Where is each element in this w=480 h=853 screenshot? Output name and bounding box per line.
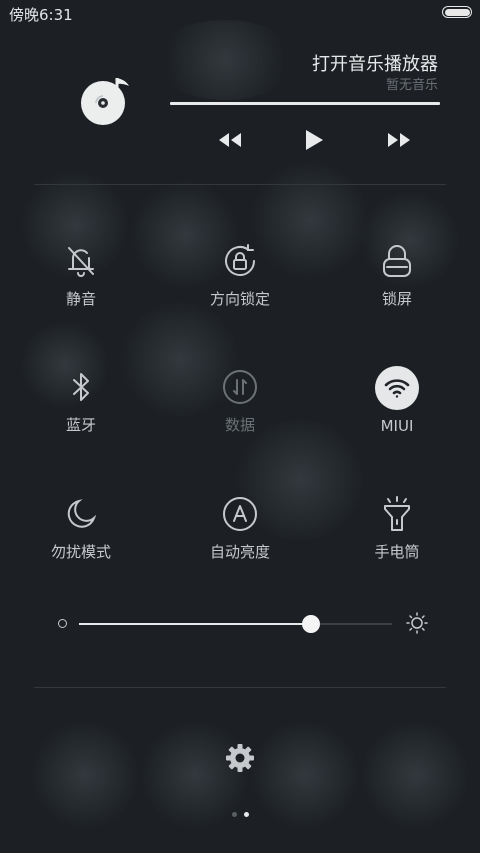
music-progress-bar[interactable] xyxy=(170,102,440,105)
wifi-icon xyxy=(374,365,420,411)
brightness-high-icon xyxy=(406,612,428,634)
toggle-label: 静音 xyxy=(65,290,96,308)
toggle-auto-brightness[interactable]: 自动亮度 xyxy=(170,494,310,574)
page-dot-active xyxy=(243,812,249,817)
music-disc-icon[interactable] xyxy=(76,70,136,130)
toggle-label: MIUI xyxy=(380,417,414,435)
previous-button[interactable] xyxy=(215,125,245,155)
previous-icon xyxy=(219,133,241,147)
moon-icon xyxy=(61,494,101,534)
toggle-label: 锁屏 xyxy=(381,290,412,308)
toggle-label: 蓝牙 xyxy=(65,416,96,434)
divider xyxy=(34,687,446,688)
brightness-slider[interactable] xyxy=(54,610,428,638)
toggle-silent[interactable]: 静音 xyxy=(11,241,151,321)
status-bar: 傍晚6:31 xyxy=(0,0,480,28)
toggle-label: 方向锁定 xyxy=(209,290,270,308)
page-indicator xyxy=(0,812,480,817)
flashlight-icon xyxy=(377,494,417,534)
lock-icon xyxy=(377,241,417,281)
next-icon xyxy=(388,133,410,147)
toggle-bluetooth[interactable]: 蓝牙 xyxy=(11,367,151,447)
battery-icon xyxy=(442,6,472,18)
toggle-do-not-disturb[interactable]: 勿扰模式 xyxy=(11,494,151,574)
next-button[interactable] xyxy=(384,125,414,155)
toggle-label: 数据 xyxy=(224,416,255,434)
brightness-track[interactable] xyxy=(79,615,392,633)
toggle-label: 勿扰模式 xyxy=(50,543,111,561)
toggle-wifi[interactable]: MIUI xyxy=(327,365,467,445)
toggle-flashlight[interactable]: 手电筒 xyxy=(327,494,467,574)
play-button[interactable] xyxy=(299,125,329,155)
play-icon xyxy=(306,130,323,150)
music-title[interactable]: 打开音乐播放器 xyxy=(312,50,438,76)
brightness-thumb[interactable] xyxy=(301,615,320,633)
music-subtitle: 暂无音乐 xyxy=(385,78,438,93)
rotation-lock-icon xyxy=(220,241,260,281)
bell-off-icon xyxy=(61,241,101,281)
auto-brightness-icon xyxy=(220,494,260,534)
page-dot xyxy=(231,812,237,817)
toggle-mobile-data[interactable]: 数据 xyxy=(170,367,310,447)
toggle-rotation-lock[interactable]: 方向锁定 xyxy=(170,241,310,321)
status-time: 傍晚6:31 xyxy=(9,6,73,24)
toggle-label: 自动亮度 xyxy=(209,543,270,561)
mobile-data-icon xyxy=(220,367,260,407)
brightness-fill xyxy=(79,623,311,625)
divider xyxy=(34,184,446,185)
brightness-low-icon xyxy=(58,619,67,628)
bluetooth-icon xyxy=(61,367,101,407)
toggle-label: 手电筒 xyxy=(374,543,420,561)
toggle-lock-screen[interactable]: 锁屏 xyxy=(327,241,467,321)
settings-gear-icon[interactable] xyxy=(224,742,256,774)
